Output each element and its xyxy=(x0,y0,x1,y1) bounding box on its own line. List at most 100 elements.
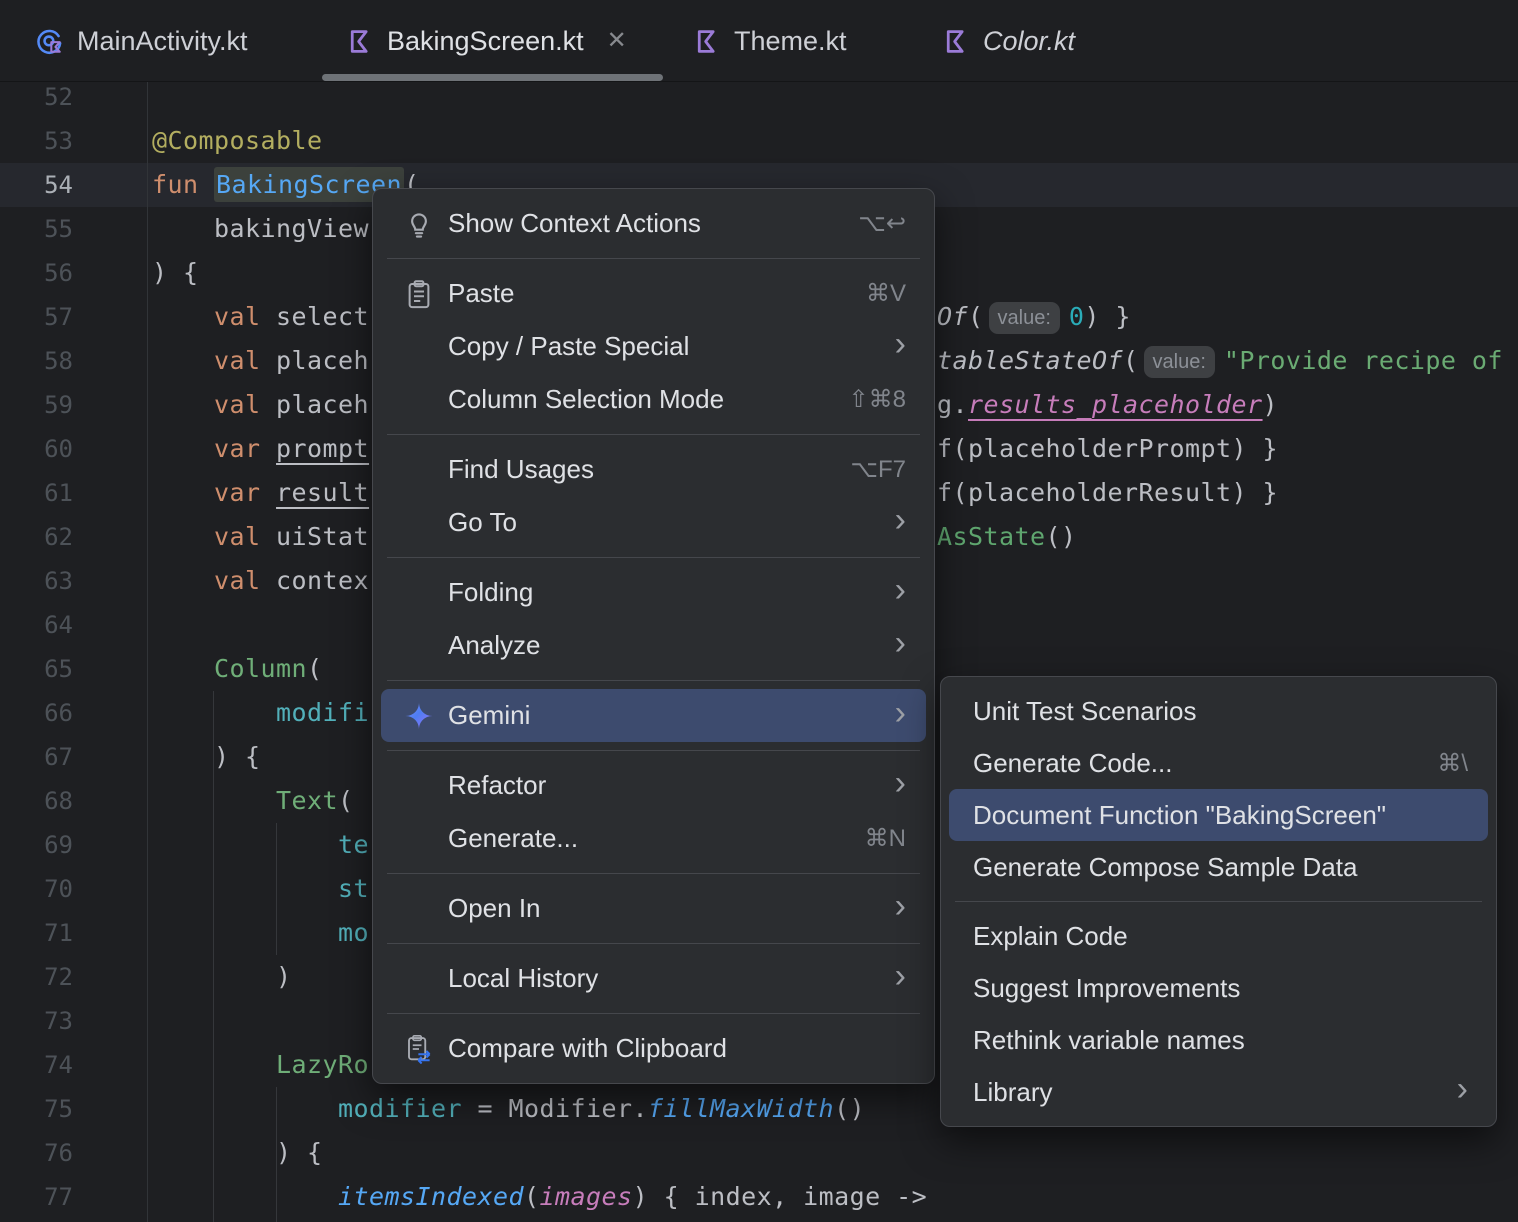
submenu-chevron-icon: › xyxy=(1456,1070,1468,1108)
menu-item-generate-compose-sample-data[interactable]: Generate Compose Sample Data xyxy=(949,841,1488,893)
code-token: select xyxy=(276,302,370,331)
menu-item-explain-code[interactable]: Explain Code xyxy=(949,910,1488,962)
code-token: var xyxy=(214,434,277,463)
tab-bakingscreen-kt[interactable]: BakingScreen.kt ✕ xyxy=(345,0,627,82)
menu-item-open-in[interactable]: Open In › xyxy=(381,882,926,935)
menu-item-generate-code[interactable]: Generate Code... ⌘\ xyxy=(949,737,1488,789)
menu-item-label: Find Usages xyxy=(448,454,594,484)
line-number[interactable]: 68 xyxy=(0,779,73,823)
code-line-right-fragment: f(placeholderResult) } xyxy=(937,471,1278,515)
parameter-hint-chip: value: xyxy=(988,302,1060,334)
code-line: LazyRo xyxy=(152,1043,369,1087)
menu-item-go-to[interactable]: Go To › xyxy=(381,496,926,549)
menu-item-column-selection-mode[interactable]: Column Selection Mode ⇧⌘8 xyxy=(381,373,926,426)
code-line: modifi xyxy=(152,691,369,735)
shortcut-hint: ⌘N xyxy=(864,825,906,852)
code-line: var prompt xyxy=(152,427,369,471)
code-token: ) xyxy=(276,962,292,991)
menu-item-label: Paste xyxy=(448,278,515,308)
menu-icon-spacer xyxy=(404,385,434,415)
menu-item-label: Copy / Paste Special xyxy=(448,331,690,361)
menu-icon-spacer xyxy=(404,964,434,994)
code-token: g. xyxy=(937,390,969,419)
line-number[interactable]: 53 xyxy=(0,119,73,163)
menu-item-label: Refactor xyxy=(448,770,547,800)
line-number[interactable]: 64 xyxy=(0,603,73,647)
menu-icon-spacer xyxy=(404,894,434,924)
menu-item-label: Suggest Improvements xyxy=(973,972,1241,1003)
line-number[interactable]: 73 xyxy=(0,999,73,1043)
menu-item-suggest-improvements[interactable]: Suggest Improvements xyxy=(949,962,1488,1014)
line-number[interactable]: 75 xyxy=(0,1087,73,1131)
menu-item-show-context-actions[interactable]: Show Context Actions ⌥↩ xyxy=(381,197,926,250)
code-token: ) { xyxy=(214,742,261,771)
line-number[interactable]: 54 xyxy=(0,163,73,207)
code-token: f(placeholderResult) } xyxy=(937,478,1279,507)
line-number[interactable]: 70 xyxy=(0,867,73,911)
tab-close-icon[interactable]: ✕ xyxy=(607,29,627,53)
menu-item-label: Go To xyxy=(448,507,517,537)
menu-item-local-history[interactable]: Local History › xyxy=(381,952,926,1005)
menu-item-document-function-bakingscreen[interactable]: Document Function "BakingScreen" xyxy=(949,789,1488,841)
code-token: Text xyxy=(276,786,339,815)
line-number[interactable]: 69 xyxy=(0,823,73,867)
submenu-chevron-icon: › xyxy=(894,693,906,732)
line-number[interactable]: 57 xyxy=(0,295,73,339)
line-number[interactable]: 55 xyxy=(0,207,73,251)
code-line: @Composable xyxy=(152,119,323,163)
shortcut-hint: ⌘V xyxy=(865,280,906,307)
code-token: bakingView xyxy=(214,214,370,243)
menu-item-analyze[interactable]: Analyze › xyxy=(381,619,926,672)
line-number[interactable]: 62 xyxy=(0,515,73,559)
parameter-hint-chip: value: xyxy=(1143,346,1215,378)
menu-item-find-usages[interactable]: Find Usages ⌥F7 xyxy=(381,443,926,496)
compare-clipboard-icon xyxy=(404,1034,434,1064)
menu-item-folding[interactable]: Folding › xyxy=(381,566,926,619)
tab-color-kt[interactable]: Color.kt xyxy=(941,0,1075,82)
menu-item-library[interactable]: Library › xyxy=(949,1066,1488,1118)
code-token: val xyxy=(214,522,277,551)
code-token: Of xyxy=(937,302,969,331)
code-token: tableStateOf xyxy=(937,346,1124,375)
code-line: Column( xyxy=(152,647,323,691)
line-number[interactable]: 61 xyxy=(0,471,73,515)
code-line-right-fragment: f(placeholderPrompt) } xyxy=(937,427,1278,471)
menu-item-generate[interactable]: Generate... ⌘N xyxy=(381,812,926,865)
submenu-chevron-icon: › xyxy=(894,570,906,609)
line-number[interactable]: 71 xyxy=(0,911,73,955)
line-number[interactable]: 58 xyxy=(0,339,73,383)
code-token: prompt xyxy=(276,434,370,463)
line-number[interactable]: 67 xyxy=(0,735,73,779)
menu-item-label: Analyze xyxy=(448,630,541,660)
line-number[interactable]: 77 xyxy=(0,1175,73,1219)
code-line: bakingView xyxy=(152,207,369,251)
menu-item-refactor[interactable]: Refactor › xyxy=(381,759,926,812)
menu-item-rethink-variable-names[interactable]: Rethink variable names xyxy=(949,1014,1488,1066)
line-number[interactable]: 76 xyxy=(0,1131,73,1175)
line-number[interactable]: 56 xyxy=(0,251,73,295)
tab-theme-kt[interactable]: Theme.kt xyxy=(692,0,847,82)
menu-item-label: Open In xyxy=(448,893,541,923)
line-number[interactable]: 74 xyxy=(0,1043,73,1087)
code-token: ) { index, image -> xyxy=(632,1182,928,1211)
menu-item-gemini[interactable]: Gemini › xyxy=(381,689,926,742)
code-token: Column xyxy=(214,654,308,683)
line-number[interactable]: 59 xyxy=(0,383,73,427)
menu-item-label: Gemini xyxy=(448,700,531,730)
line-number[interactable]: 72 xyxy=(0,955,73,999)
code-token: "Provide recipe of xyxy=(1223,346,1503,375)
line-number[interactable]: 63 xyxy=(0,559,73,603)
code-token: fillMaxWidth xyxy=(648,1094,835,1123)
menu-item-unit-test-scenarios[interactable]: Unit Test Scenarios xyxy=(949,685,1488,737)
menu-item-compare-with-clipboard[interactable]: Compare with Clipboard xyxy=(381,1022,926,1075)
code-token: itemsIndexed xyxy=(338,1182,525,1211)
line-number[interactable]: 66 xyxy=(0,691,73,735)
line-number[interactable]: 60 xyxy=(0,427,73,471)
menu-item-copy-paste-special[interactable]: Copy / Paste Special › xyxy=(381,320,926,373)
tab-mainactivity-kt[interactable]: MainActivity.kt xyxy=(35,0,248,82)
code-token: modifier xyxy=(338,1094,463,1123)
kotlin-file-icon xyxy=(692,27,721,56)
line-number[interactable]: 65 xyxy=(0,647,73,691)
code-line: var result xyxy=(152,471,369,515)
menu-item-paste[interactable]: Paste ⌘V xyxy=(381,267,926,320)
